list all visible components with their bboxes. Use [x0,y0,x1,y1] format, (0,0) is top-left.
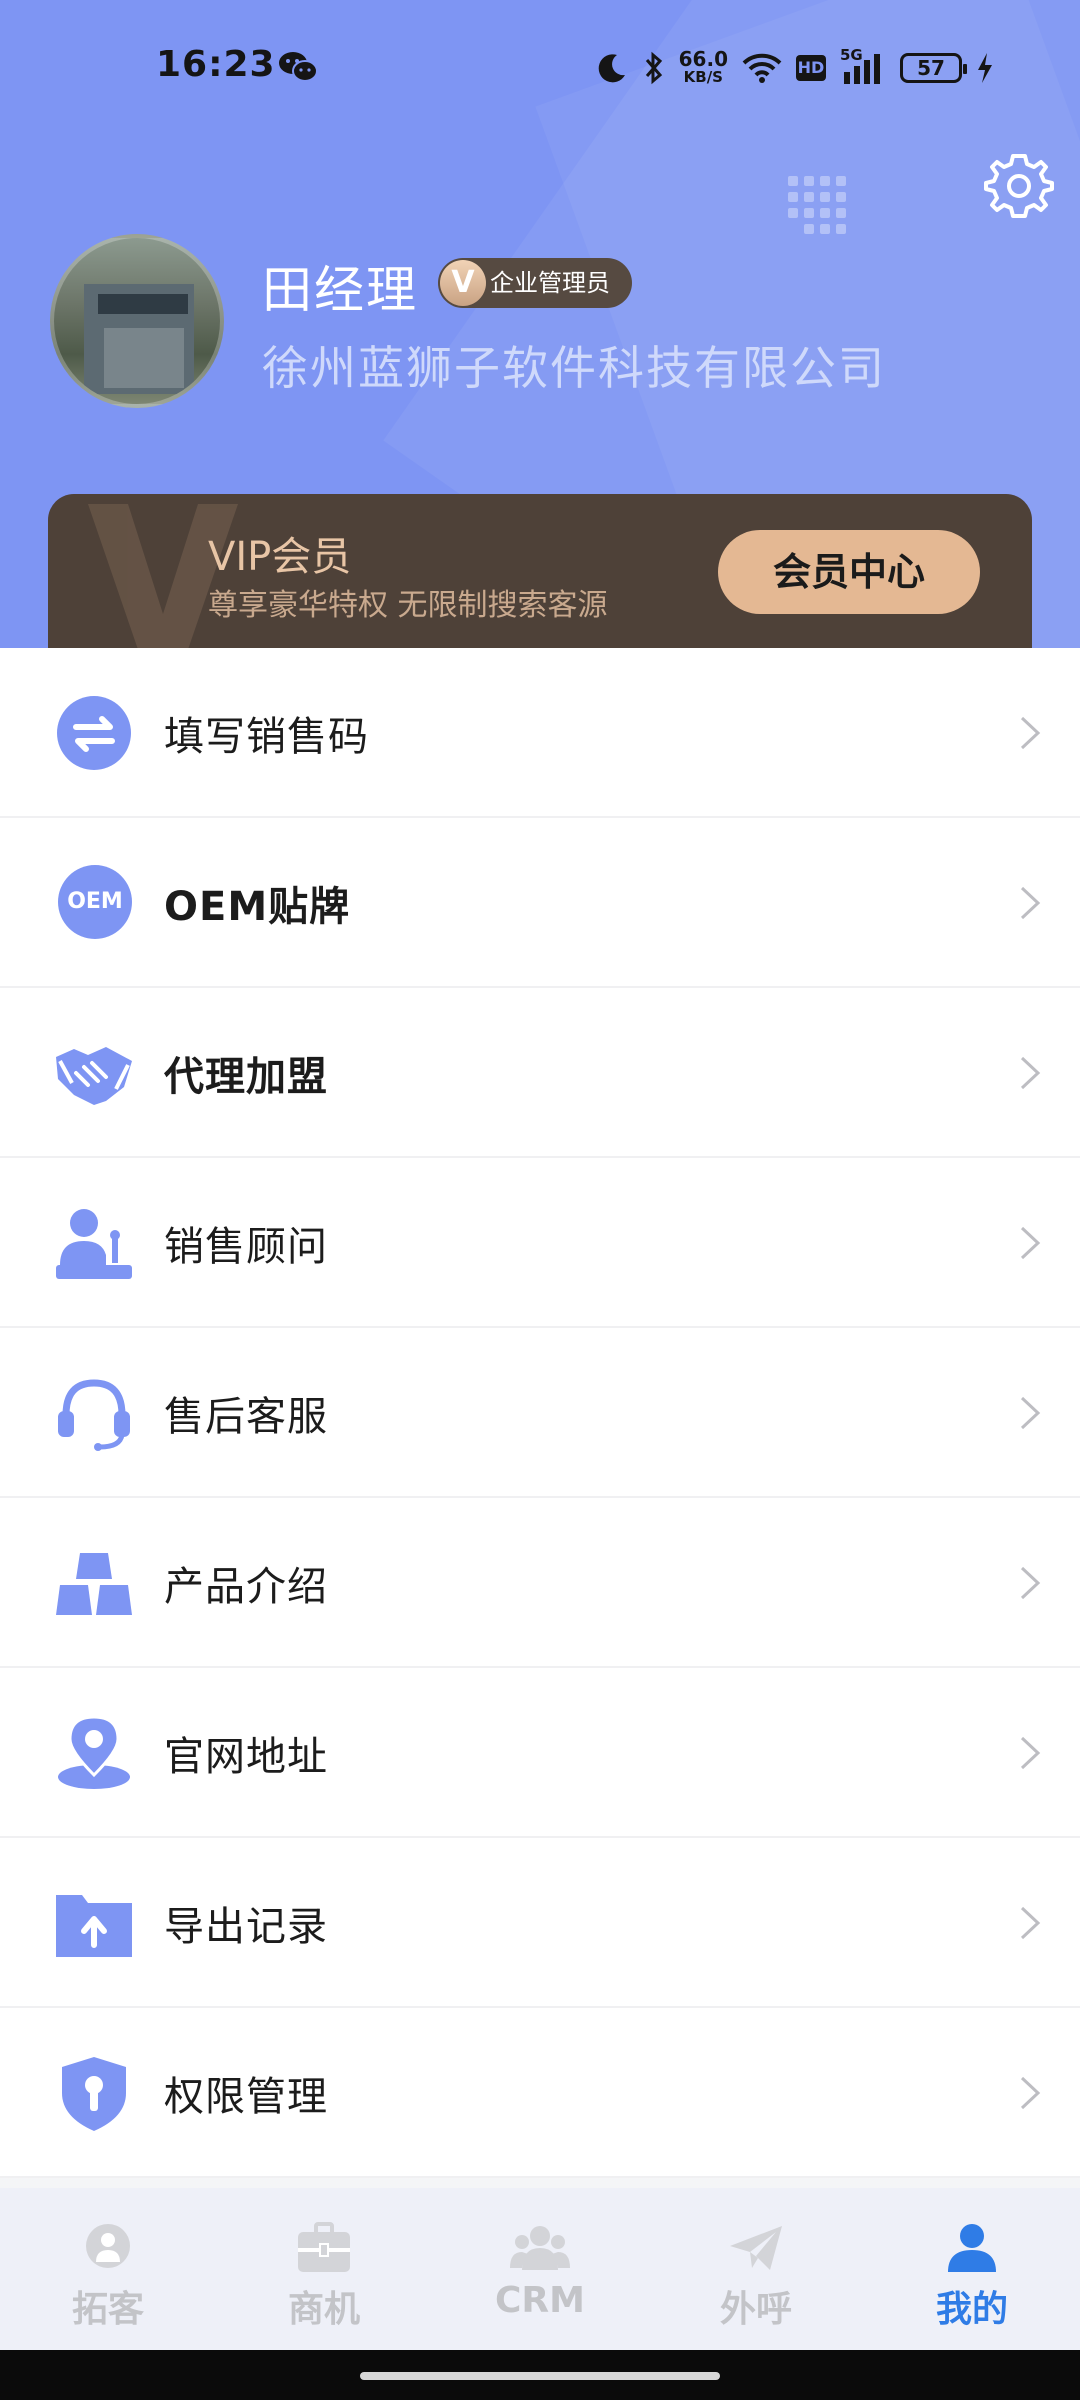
headset-icon [58,1379,130,1451]
menu-label: 官网地址 [164,1734,328,1780]
menu-label: 售后客服 [164,1394,328,1440]
tab-shangji[interactable]: 商机 [216,2188,432,2350]
role-badge-label: 企业管理员 [490,269,610,297]
chevron-right-icon [1020,1736,1041,1770]
chevron-right-icon [1020,1056,1041,1090]
vip-card[interactable]: VIP会员 尊享豪华特权 无限制搜索客源 会员中心 [48,494,1032,660]
signal-icon: 5G [840,46,886,86]
oem-icon-text: OEM [67,889,123,914]
status-time: 16:23 [156,44,276,85]
paper-plane-icon [730,2226,782,2270]
menu-item-after-sales[interactable]: 售后客服 [0,1328,1080,1498]
system-nav-bar [0,2350,1080,2400]
menu-label: 销售顾问 [164,1224,328,1270]
avatar[interactable] [50,234,224,408]
menu-label: OEM贴牌 [164,884,351,930]
dots-decoration-icon [788,176,858,246]
role-badge: V 企业管理员 [438,258,632,308]
battery-icon: 57 [900,53,967,83]
hd-icon: HD [796,55,826,81]
tab-label: 拓客 [71,2289,144,2330]
bottom-tab-bar: 拓客 商机 CRM 外呼 我的 [0,2188,1080,2350]
bluetooth-icon [645,51,662,85]
menu-list: 填写销售码 OEM OEM贴牌 代理加盟 销售顾问 售后客服 产品介绍 官网地址… [0,648,1080,2178]
chevron-right-icon [1020,716,1041,750]
location-pin-icon [58,1715,130,1789]
status-icons: 66.0 KB/S HD 5G 57 [595,44,994,92]
tab-label: 我的 [935,2289,1008,2330]
wifi-icon [742,53,782,83]
menu-label: 代理加盟 [164,1054,328,1100]
menu-item-export-records[interactable]: 导出记录 [0,1838,1080,2008]
menu-label: 导出记录 [164,1904,328,1950]
vip-subtitle: 尊享豪华特权 无限制搜索客源 [208,588,608,623]
profile-screen: 16:23 66.0 KB/S HD 5G 57 田经理 V 企业管理员 徐州蓝… [0,0,1080,2400]
crm-people-icon [510,2226,570,2270]
avatar-photo-wall [104,328,184,388]
menu-item-website[interactable]: 官网地址 [0,1668,1080,1838]
menu-item-oem[interactable]: OEM OEM贴牌 [0,818,1080,988]
chevron-right-icon [1020,1396,1041,1430]
oem-icon: OEM [58,865,132,939]
vip-v-icon: V [440,260,486,306]
member-center-button[interactable]: 会员中心 [718,530,980,614]
chevron-right-icon [1020,1906,1041,1940]
handshake-icon [56,1047,132,1105]
company-name: 徐州蓝狮子软件科技有限公司 [262,341,886,395]
signal-label: 5G [840,46,863,64]
customer-icon [86,2224,130,2268]
vip-title: VIP会员 [208,534,352,580]
profile-header: 16:23 66.0 KB/S HD 5G 57 田经理 V 企业管理员 徐州蓝… [0,0,1080,660]
wechat-icon [279,52,318,82]
tab-label: 外呼 [719,2289,792,2330]
tab-mine[interactable]: 我的 [864,2188,1080,2350]
folder-upload-icon [56,1895,132,1957]
menu-item-permissions[interactable]: 权限管理 [0,2008,1080,2178]
user-name: 田经理 [262,261,418,319]
chevron-right-icon [1020,1566,1041,1600]
shield-key-icon [62,2057,126,2131]
charging-icon [978,53,992,83]
menu-label: 权限管理 [164,2074,328,2120]
menu-item-sales-consultant[interactable]: 销售顾问 [0,1158,1080,1328]
tab-label: 商机 [287,2289,360,2330]
tab-label: CRM [495,2280,585,2321]
home-indicator[interactable] [360,2372,720,2380]
chevron-right-icon [1020,2076,1041,2110]
net-speed: 66.0 KB/S [678,47,728,86]
person-icon [948,2224,996,2272]
gold-bars-icon [56,1553,132,1615]
menu-item-agent[interactable]: 代理加盟 [0,988,1080,1158]
tab-waihu[interactable]: 外呼 [648,2188,864,2350]
chevron-right-icon [1020,886,1041,920]
status-bar: 16:23 66.0 KB/S HD 5G 57 [0,0,1080,136]
briefcase-icon [298,2222,350,2272]
tab-tuoke[interactable]: 拓客 [0,2188,216,2350]
menu-label: 填写销售码 [164,714,369,760]
swap-arrows-icon [57,696,131,770]
menu-label: 产品介绍 [164,1564,328,1610]
moon-icon [598,54,625,83]
avatar-photo-sign [98,294,188,314]
menu-item-product-intro[interactable]: 产品介绍 [0,1498,1080,1668]
net-speed-value: 66.0 [678,47,728,71]
net-speed-unit: KB/S [683,68,723,86]
chevron-right-icon [1020,1226,1041,1260]
menu-item-sales-code[interactable]: 填写销售码 [0,648,1080,818]
settings-gear-icon[interactable] [984,150,1054,220]
consultant-icon [56,1209,132,1279]
tab-crm[interactable]: CRM [432,2188,648,2350]
